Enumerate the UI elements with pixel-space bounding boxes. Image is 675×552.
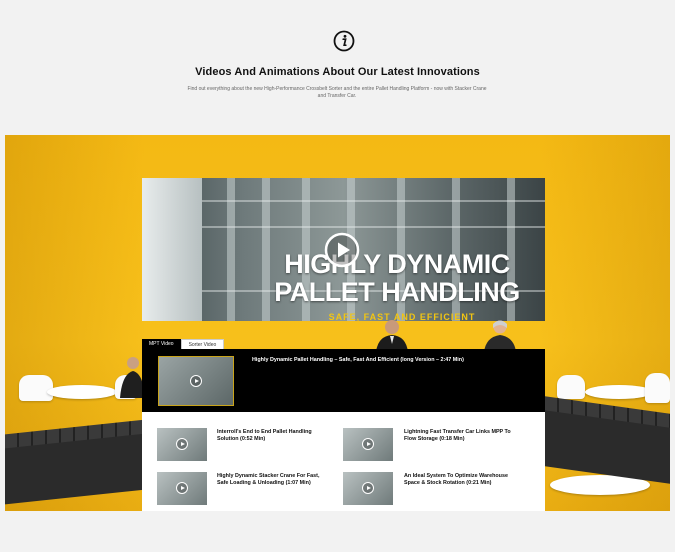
playlist-thumbnail[interactable] xyxy=(343,472,393,505)
tab-mpt-video[interactable]: MPT Video xyxy=(142,339,181,349)
play-icon[interactable] xyxy=(176,438,188,450)
person-far-left xyxy=(120,357,144,398)
play-icon[interactable] xyxy=(324,232,360,268)
play-icon[interactable] xyxy=(362,482,374,494)
playlist-item-title[interactable]: Interroll's End to End Pallet Handling S… xyxy=(217,429,327,443)
chair xyxy=(557,375,585,399)
now-playing-title[interactable]: Highly Dynamic Pallet Handling – Safe, F… xyxy=(252,357,464,363)
playlist-thumbnail[interactable] xyxy=(157,472,207,505)
shelf xyxy=(202,226,545,228)
page-subtitle: Find out everything about the new High-P… xyxy=(187,86,487,99)
page-title: Videos And Animations About Our Latest I… xyxy=(195,66,480,78)
playlist-item-title[interactable]: An Ideal System To Optimize Warehouse Sp… xyxy=(404,473,514,487)
intro-header: Videos And Animations About Our Latest I… xyxy=(0,0,675,135)
playlist-thumbnail[interactable] xyxy=(157,428,207,461)
playlist-item-title[interactable]: Lightning Fast Transfer Car Links MPP To… xyxy=(404,429,514,443)
chair xyxy=(645,373,670,403)
table xyxy=(585,385,653,399)
now-playing-thumbnail[interactable] xyxy=(158,356,234,406)
play-icon[interactable] xyxy=(176,482,188,494)
shelf xyxy=(202,200,545,202)
video-playlist: Interroll's End to End Pallet Handling S… xyxy=(142,412,545,511)
table xyxy=(47,385,117,399)
person-right xyxy=(484,320,516,352)
play-icon[interactable] xyxy=(190,375,202,387)
footer-spacer xyxy=(0,511,675,552)
playlist-item-title[interactable]: Highly Dynamic Stacker Crane For Fast, S… xyxy=(217,473,327,487)
hero-headline-line1: HIGHLY DYNAMIC xyxy=(284,249,510,279)
chair xyxy=(19,375,53,401)
playlist-thumbnail[interactable] xyxy=(343,428,393,461)
play-icon[interactable] xyxy=(362,438,374,450)
hero-window-light xyxy=(142,178,202,321)
info-icon xyxy=(333,30,355,52)
hero-headline-line2: PALLET HANDLING xyxy=(274,277,520,307)
video-tabs: MPT Video Sorter Video xyxy=(142,339,225,351)
person-left xyxy=(376,320,408,352)
